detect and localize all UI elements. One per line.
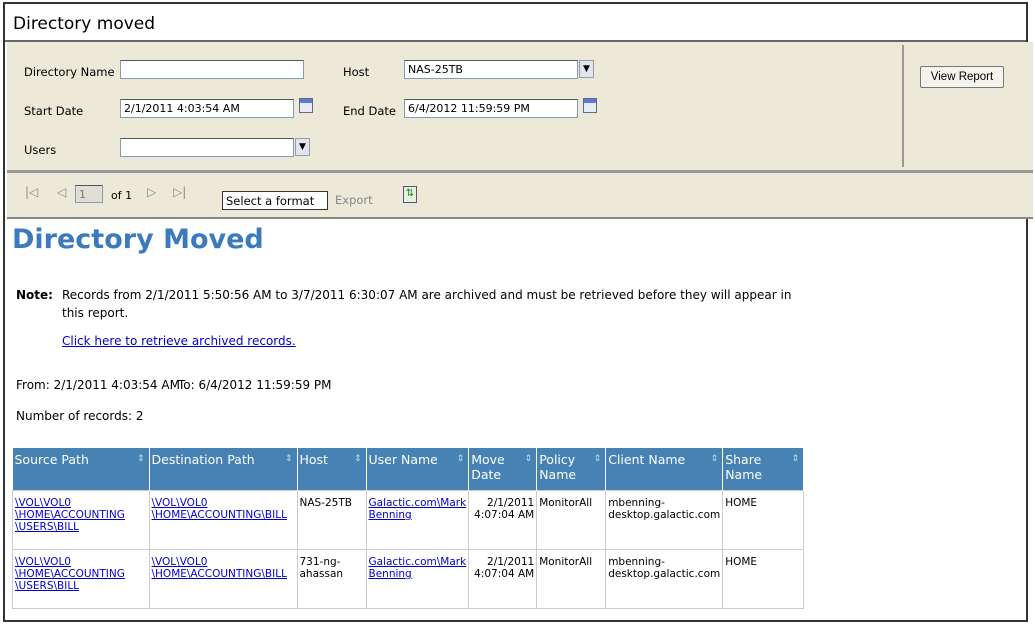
move-date-cell: 2/1/2011 4:07:04 AM xyxy=(468,549,538,609)
users-label: Users xyxy=(24,143,57,157)
sort-icon: ⇕ xyxy=(710,454,719,464)
previous-page-icon[interactable]: ◁ xyxy=(57,185,66,199)
from-date: From: 2/1/2011 4:03:54 AM xyxy=(16,378,180,392)
refresh-icon[interactable]: ⇅ xyxy=(403,186,417,203)
sort-icon: ⇕ xyxy=(353,454,362,464)
divider xyxy=(902,45,904,167)
policy-name-cell: MonitorAll xyxy=(536,549,607,609)
note-label: Note: xyxy=(16,288,53,302)
report-title: Directory Moved xyxy=(12,224,264,255)
start-date-label: Start Date xyxy=(24,104,84,118)
column-header[interactable]: Policy Name ⇕ xyxy=(536,448,607,491)
last-page-icon[interactable]: ▷| xyxy=(173,185,186,199)
report-toolbar: |◁ ◁ 1 of 1 ▷ ▷| Select a format Export … xyxy=(7,173,1033,219)
destination-path-link[interactable]: \VOL\VOL0 \HOME\ACCOUNTING\BILL xyxy=(152,556,287,580)
user-name-link[interactable]: Galactic.com\Mark Benning xyxy=(369,556,467,580)
chevron-down-icon[interactable]: ▼ xyxy=(295,138,310,156)
table-row: \VOL\VOL0 \HOME\ACCOUNTING \USERS\BILL \… xyxy=(12,490,805,550)
table-row: \VOL\VOL0 \HOME\ACCOUNTING \USERS\BILL \… xyxy=(12,549,805,609)
view-report-button[interactable]: View Report xyxy=(920,66,1004,88)
note-text-cont: this report. xyxy=(62,306,129,320)
sort-icon: ⇕ xyxy=(456,454,465,464)
column-header[interactable]: User Name ⇕ xyxy=(366,448,470,491)
end-date-input[interactable]: 6/4/2012 11:59:59 PM xyxy=(404,99,578,118)
page-count: of 1 xyxy=(111,189,133,202)
note-text: Records from 2/1/2011 5:50:56 AM to 3/7/… xyxy=(62,288,792,302)
chevron-down-icon[interactable]: ▼ xyxy=(579,60,594,78)
column-header[interactable]: Destination Path ⇕ xyxy=(149,448,298,491)
sort-icon: ⇕ xyxy=(524,454,533,464)
calendar-icon[interactable] xyxy=(583,98,597,113)
client-name-cell: mbenning-desktop.galactic.com xyxy=(605,549,724,609)
policy-name-cell: MonitorAll xyxy=(536,490,607,550)
to-date: To: 6/4/2012 11:59:59 PM xyxy=(178,378,332,392)
column-header[interactable]: Client Name ⇕ xyxy=(605,448,724,491)
source-path-link[interactable]: \VOL\VOL0 \HOME\ACCOUNTING \USERS\BILL xyxy=(15,497,125,533)
host-cell: 731-ng-ahassan xyxy=(296,549,367,609)
directory-name-label: Directory Name xyxy=(24,65,115,79)
sort-icon: ⇕ xyxy=(791,454,800,464)
host-label: Host xyxy=(343,65,370,79)
user-name-link[interactable]: Galactic.com\Mark Benning xyxy=(369,497,467,521)
directory-name-input[interactable] xyxy=(120,60,304,79)
window-title: Directory moved xyxy=(5,4,1026,42)
export-format-select[interactable]: Select a format xyxy=(222,191,328,210)
record-count: Number of records: 2 xyxy=(16,409,144,423)
column-header[interactable]: Host ⇕ xyxy=(297,448,367,491)
next-page-icon[interactable]: ▷ xyxy=(147,185,156,199)
retrieve-archived-link[interactable]: Click here to retrieve archived records. xyxy=(62,334,296,348)
parameter-panel: Directory Name Host NAS-25TB ▼ Start Dat… xyxy=(7,42,1033,173)
page-number-input[interactable]: 1 xyxy=(75,185,103,203)
client-name-cell: mbenning-desktop.galactic.com xyxy=(605,490,724,550)
calendar-icon[interactable] xyxy=(299,98,313,113)
results-table: Source Path ⇕ Destination Path ⇕ Host ⇕ Use… xyxy=(12,448,805,609)
source-path-link[interactable]: \VOL\VOL0 \HOME\ACCOUNTING \USERS\BILL xyxy=(15,556,125,592)
start-date-input[interactable]: 2/1/2011 4:03:54 AM xyxy=(120,99,294,118)
column-header[interactable]: Share Name ⇕ xyxy=(722,448,805,491)
sort-icon: ⇕ xyxy=(593,454,602,464)
share-name-cell: HOME xyxy=(722,490,805,550)
sort-icon: ⇕ xyxy=(136,454,145,464)
move-date-cell: 2/1/2011 4:07:04 AM xyxy=(468,490,538,550)
share-name-cell: HOME xyxy=(722,549,805,609)
column-header[interactable]: Move Date ⇕ xyxy=(468,448,538,491)
host-select[interactable]: NAS-25TB xyxy=(404,60,578,79)
users-select[interactable] xyxy=(120,138,294,157)
end-date-label: End Date xyxy=(343,104,396,118)
host-cell: NAS-25TB xyxy=(296,490,367,550)
column-header[interactable]: Source Path ⇕ xyxy=(12,448,150,491)
destination-path-link[interactable]: \VOL\VOL0 \HOME\ACCOUNTING\BILL xyxy=(152,497,287,521)
export-link[interactable]: Export xyxy=(335,193,373,207)
sort-icon: ⇕ xyxy=(284,454,293,464)
first-page-icon[interactable]: |◁ xyxy=(25,185,38,199)
